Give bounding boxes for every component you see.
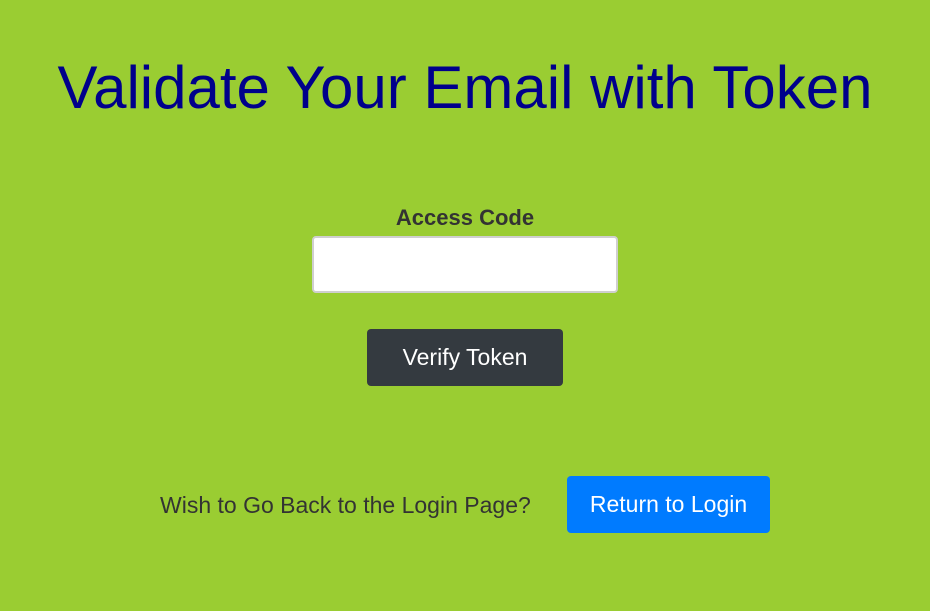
token-validation-page: Validate Your Email with Token Access Co… [0, 0, 930, 611]
back-to-login-prompt: Wish to Go Back to the Login Page? [160, 492, 531, 518]
return-to-login-button[interactable]: Return to Login [567, 476, 770, 533]
page-title: Validate Your Email with Token [57, 54, 873, 121]
access-code-label: Access Code [395, 205, 535, 230]
access-code-input[interactable] [312, 236, 618, 293]
verify-token-button[interactable]: Verify Token [367, 329, 563, 386]
